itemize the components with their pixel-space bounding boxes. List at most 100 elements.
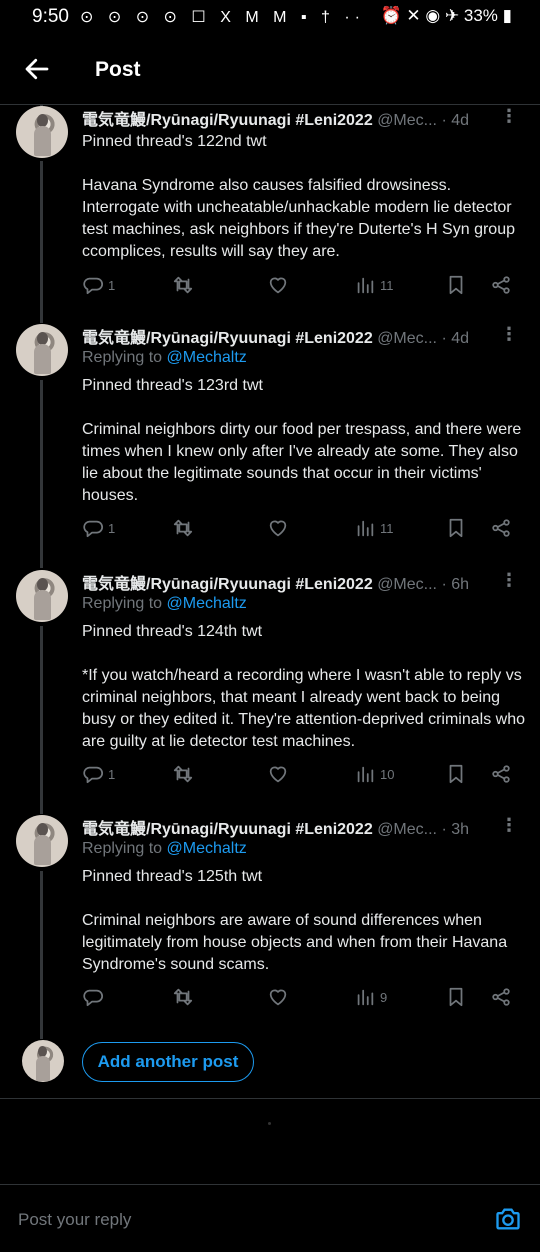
share-button[interactable]	[490, 763, 512, 785]
author-name[interactable]: 電気竜鰻/Ryūnagi/Ryuunagi #Leni2022	[82, 330, 373, 347]
author-name[interactable]: 電気竜鰻/Ryūnagi/Ryuunagi #Leni2022	[82, 821, 373, 838]
reply-count: 1	[108, 520, 116, 536]
tweet-header: 電気竜鰻/Ryūnagi/Ryuunagi #Leni2022 @Mec... …	[82, 324, 522, 347]
bookmark-icon	[449, 987, 463, 1007]
status-time: 9:50	[32, 6, 69, 27]
system-status: ⏰ ✕ ◉ ✈ 33% ▮	[380, 6, 512, 25]
share-icon	[492, 988, 510, 1006]
heart-button[interactable]	[267, 986, 293, 1008]
more-options-icon[interactable]: ⋮	[500, 815, 518, 836]
views-count: 10	[380, 766, 395, 782]
reply-icon	[83, 766, 103, 784]
author-handle[interactable]: @Mec...	[377, 330, 437, 347]
post-time[interactable]: · 4d	[441, 330, 469, 347]
views-count: 11	[380, 520, 394, 536]
heart-button[interactable]	[267, 763, 293, 785]
heart-icon	[269, 520, 287, 537]
reply-icon	[83, 520, 103, 538]
bookmark-icon	[449, 518, 463, 538]
camera-icon[interactable]	[494, 1205, 522, 1233]
views-count: 9	[380, 989, 388, 1005]
bookmark-icon	[449, 764, 463, 784]
replying-to-label: Replying to	[82, 840, 167, 857]
loading-dot	[268, 1122, 271, 1125]
views-button[interactable]: 10	[354, 763, 394, 785]
bookmark-button[interactable]	[445, 986, 467, 1008]
replying-to-label: Replying to	[82, 349, 167, 366]
tweet-text: Pinned thread's 123rd twt Criminal neigh…	[82, 377, 522, 504]
avatar[interactable]	[22, 1040, 64, 1082]
replying-to-label: Replying to	[82, 595, 167, 612]
avatar[interactable]	[16, 815, 68, 867]
author-handle[interactable]: @Mec...	[377, 576, 437, 593]
add-another-post-button[interactable]: Add another post	[82, 1042, 254, 1082]
divider	[0, 1098, 540, 1099]
status-bar: 9:50 ⊙ ⊙ ⊙ ⊙ ☐ X M M ▪ † ·· ⏰ ✕ ◉ ✈ 33% …	[0, 0, 540, 34]
tweet-text: Pinned thread's 125th twt Criminal neigh…	[82, 868, 508, 973]
reply-count: 1	[108, 766, 116, 782]
share-icon	[492, 519, 510, 537]
repost-icon	[173, 519, 193, 537]
share-icon	[492, 276, 510, 294]
post-time[interactable]: · 6h	[441, 576, 469, 593]
bookmark-button[interactable]	[445, 763, 467, 785]
share-button[interactable]	[490, 517, 512, 539]
tweet-actions: 1 10	[82, 763, 522, 791]
reply-input[interactable]	[16, 1209, 420, 1231]
repost-button[interactable]	[172, 763, 198, 785]
more-options-icon[interactable]: ⋮	[500, 570, 518, 591]
app-bar: Post	[0, 34, 540, 105]
replying-to: Replying to @Mechaltz	[82, 595, 247, 613]
more-options-icon[interactable]: ⋮	[500, 106, 518, 127]
reply-button[interactable]: 1	[82, 517, 115, 539]
repost-button[interactable]	[172, 517, 198, 539]
repost-icon	[173, 765, 193, 783]
notification-icons: ⊙ ⊙ ⊙ ⊙ ☐ X M M ▪ † ··	[80, 9, 365, 26]
heart-button[interactable]	[267, 517, 293, 539]
replying-to-link[interactable]: @Mechaltz	[167, 840, 247, 857]
reply-bar	[0, 1184, 540, 1252]
views-icon	[357, 277, 374, 294]
share-button[interactable]	[490, 986, 512, 1008]
reply-button[interactable]: 1	[82, 763, 115, 785]
tweet-text: Pinned thread's 122nd twt Havana Syndrom…	[82, 133, 515, 260]
heart-icon	[269, 277, 287, 294]
views-button[interactable]: 11	[354, 517, 394, 539]
author-handle[interactable]: @Mec...	[377, 821, 437, 838]
avatar[interactable]	[16, 570, 68, 622]
arrow-left-icon[interactable]	[22, 54, 52, 84]
thread-line	[40, 871, 43, 1039]
add-another-post-row: Add another post	[0, 1040, 540, 1100]
tweet-text: Pinned thread's 124th twt *If you watch/…	[82, 623, 525, 750]
reply-button[interactable]: 1	[82, 274, 115, 296]
post-time[interactable]: · 3h	[441, 821, 469, 838]
more-options-icon[interactable]: ⋮	[500, 324, 518, 345]
heart-button[interactable]	[267, 274, 293, 296]
replying-to: Replying to @Mechaltz	[82, 840, 247, 858]
tweet-actions: 1 11	[82, 274, 522, 302]
author-name[interactable]: 電気竜鰻/Ryūnagi/Ryuunagi #Leni2022	[82, 112, 373, 129]
views-button[interactable]: 11	[354, 274, 394, 296]
avatar[interactable]	[16, 106, 68, 158]
author-name[interactable]: 電気竜鰻/Ryūnagi/Ryuunagi #Leni2022	[82, 576, 373, 593]
views-icon	[357, 520, 374, 537]
page-title: Post	[95, 58, 141, 81]
replying-to-link[interactable]: @Mechaltz	[167, 349, 247, 366]
reply-button[interactable]	[82, 986, 108, 1008]
avatar[interactable]	[16, 324, 68, 376]
reply-icon	[83, 277, 103, 295]
replying-to-link[interactable]: @Mechaltz	[167, 595, 247, 612]
author-handle[interactable]: @Mec...	[377, 112, 437, 129]
tweet-actions: 1 11	[82, 517, 522, 545]
bookmark-button[interactable]	[445, 517, 467, 539]
share-button[interactable]	[490, 274, 512, 296]
repost-button[interactable]	[172, 274, 198, 296]
bookmark-icon	[449, 275, 463, 295]
views-button[interactable]: 9	[354, 986, 387, 1008]
heart-icon	[269, 989, 287, 1006]
share-icon	[492, 765, 510, 783]
bookmark-button[interactable]	[445, 274, 467, 296]
repost-button[interactable]	[172, 986, 198, 1008]
reply-icon	[83, 989, 103, 1007]
post-time[interactable]: · 4d	[441, 112, 469, 129]
